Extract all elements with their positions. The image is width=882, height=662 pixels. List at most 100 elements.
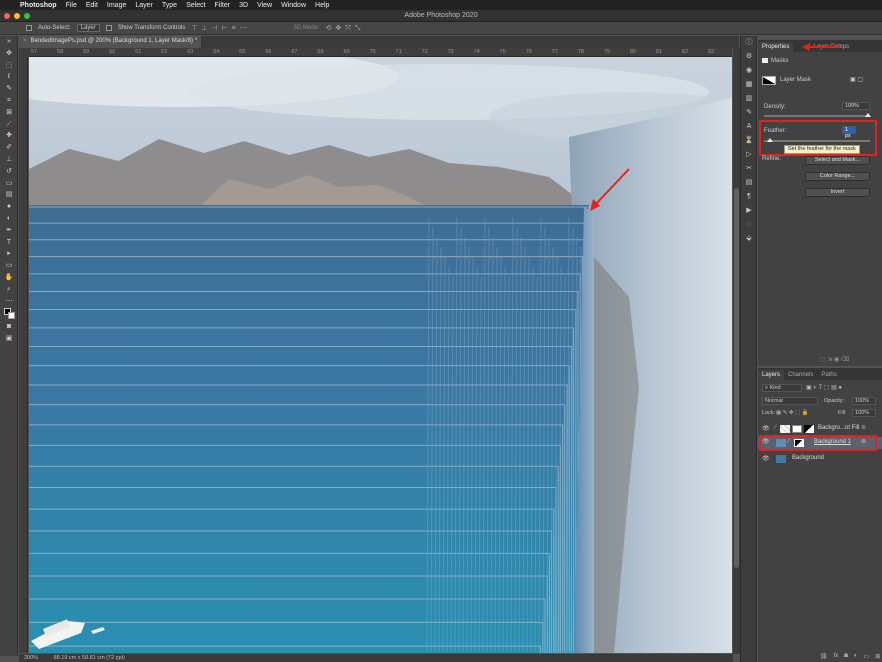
gradient-tool-icon[interactable]: ▤ — [0, 189, 18, 201]
lock-icons[interactable]: ▦ ✎ ✥ ⬚ 🔒 — [776, 410, 809, 416]
layer-filter-icons[interactable]: ▣ ◐ T ⬚ ▤ ● — [806, 384, 842, 391]
gradients-icon[interactable]: ▥ — [741, 92, 757, 106]
glyphs-icon[interactable]: ▶ — [741, 204, 757, 218]
swatches-icon[interactable]: ▦ — [741, 78, 757, 92]
brush-tool-icon[interactable]: ✐ — [0, 142, 18, 154]
fx-add-icon[interactable]: fx — [834, 653, 839, 660]
align-icons[interactable]: ⊤ ⊥ ⊣ ⊢ ≡ ⋯ — [191, 24, 247, 32]
menu-file[interactable]: File — [66, 2, 77, 9]
menu-view[interactable]: View — [257, 2, 272, 9]
color-icon[interactable]: ◉ — [741, 64, 757, 78]
layer-row-background[interactable]: 👁 Background — [758, 454, 882, 464]
document-tab[interactable]: × BendedImagePs.psd @ 200% (Background 1,… — [19, 36, 202, 48]
frame-tool-icon[interactable]: ⊠ — [0, 107, 18, 119]
visibility-eye-icon[interactable]: 👁 — [762, 425, 770, 432]
info-icon[interactable]: ⓘ — [741, 36, 757, 50]
mask-type-icons[interactable]: ▣ ▢ — [850, 76, 863, 83]
path-select-tool-icon[interactable]: ▸ — [0, 248, 18, 260]
marquee-tool-icon[interactable]: ⬚ — [0, 60, 18, 72]
filter-kind-dropdown[interactable]: ⌕ Kind — [762, 384, 802, 392]
layer-mask-thumbnail[interactable] — [762, 76, 776, 85]
tab-paths[interactable]: Paths — [817, 370, 840, 380]
document-canvas[interactable] — [29, 57, 732, 653]
tab-channels[interactable]: Channels — [784, 370, 817, 380]
quick-mask-icon[interactable]: ◙ — [0, 321, 18, 333]
collapse-icon[interactable]: » — [0, 36, 18, 48]
paths-icon[interactable]: ⬙ — [741, 232, 757, 246]
fill-field[interactable]: 100% — [852, 409, 876, 417]
opacity-field[interactable]: 100% — [852, 397, 876, 405]
tab-properties[interactable]: Properties — [758, 42, 794, 52]
blend-mode-dropdown[interactable]: Normal — [762, 397, 818, 405]
healing-brush-tool-icon[interactable]: ✚ — [0, 130, 18, 142]
background-color-swatch[interactable] — [8, 312, 15, 320]
clone-stamp-tool-icon[interactable]: ⊥ — [0, 154, 18, 166]
menu-type[interactable]: Type — [162, 2, 177, 9]
blur-tool-icon[interactable]: ● — [0, 201, 18, 213]
history-brush-tool-icon[interactable]: ↺ — [0, 166, 18, 178]
more-tools-icon[interactable]: ⋯ — [0, 296, 18, 308]
add-mask-icon[interactable]: ◙ — [844, 653, 848, 660]
zoom-level[interactable]: 200% — [24, 655, 38, 661]
density-slider[interactable] — [764, 115, 870, 117]
tab-layers[interactable]: Layers — [758, 370, 785, 380]
adjustments-icon[interactable]: ⚙ — [741, 50, 757, 64]
learn-icon[interactable]: ◌ — [741, 218, 757, 232]
density-value[interactable]: 100% — [842, 102, 870, 110]
close-tab-icon[interactable]: × — [23, 38, 27, 44]
auto-select-dropdown[interactable]: Layer — [76, 24, 100, 32]
libraries-icon[interactable]: ▤ — [741, 176, 757, 190]
auto-select-checkbox[interactable] — [26, 25, 32, 31]
eyedropper-tool-icon[interactable]: ⟋ — [0, 119, 18, 131]
apple-icon[interactable] — [4, 1, 11, 9]
link-layers-icon[interactable]: ⛓ — [820, 653, 828, 660]
zoom-tool-icon[interactable]: ⌕ — [0, 284, 18, 296]
fx-icon[interactable]: ⊚ — [861, 424, 866, 431]
type-tool-icon[interactable]: T — [0, 237, 18, 249]
hand-tool-icon[interactable]: ✋ — [0, 272, 18, 284]
menu-window[interactable]: Window — [281, 2, 306, 9]
actions-icon[interactable]: ▷ — [741, 148, 757, 162]
scroll-thumb[interactable] — [734, 188, 739, 568]
density-label: Density: — [764, 104, 786, 110]
lasso-tool-icon[interactable]: ℓ — [0, 71, 18, 83]
brush-settings-icon[interactable]: ✎ — [741, 106, 757, 120]
screen-mode-icon[interactable]: ▣ — [0, 333, 18, 345]
dodge-tool-icon[interactable]: ◐ — [0, 213, 18, 225]
menu-help[interactable]: Help — [315, 2, 329, 9]
quick-select-tool-icon[interactable]: ✎ — [0, 83, 18, 95]
menu-3d[interactable]: 3D — [239, 2, 248, 9]
adjustment-layer-icon[interactable]: ◐ — [854, 653, 858, 660]
crop-tool-icon[interactable]: ⌗ — [0, 95, 18, 107]
vertical-ruler[interactable] — [19, 57, 28, 653]
menu-app-name[interactable]: Photoshop — [20, 2, 57, 9]
3d-mode-icons[interactable]: ⟲ ✥ ⤧ ⤡ — [326, 24, 362, 33]
styles-icon[interactable]: ✂ — [741, 162, 757, 176]
paragraph-icon[interactable]: ¶ — [741, 190, 757, 204]
color-swatches[interactable] — [0, 307, 18, 321]
eraser-tool-icon[interactable]: ▭ — [0, 178, 18, 190]
group-icon[interactable]: ▭ — [864, 653, 870, 660]
menu-edit[interactable]: Edit — [86, 2, 98, 9]
rectangle-tool-icon[interactable]: ▭ — [0, 260, 18, 272]
menu-select[interactable]: Select — [186, 2, 205, 9]
pen-tool-icon[interactable]: ✒ — [0, 225, 18, 237]
move-tool-icon[interactable]: ✥ — [0, 48, 18, 60]
character-icon[interactable]: A — [741, 120, 757, 134]
invert-button[interactable]: Invert — [805, 188, 870, 197]
color-range-button[interactable]: Color Range... — [805, 172, 870, 181]
density-slider-knob[interactable] — [865, 113, 871, 117]
transform-controls-checkbox[interactable] — [105, 25, 112, 31]
canvas-vertical-scrollbar[interactable] — [733, 48, 740, 654]
horizontal-ruler[interactable]: 57 58 59 60 61 62 63 64 65 66 67 68 69 70 71 72 73 74 75 76… — [29, 48, 732, 57]
ruler-origin[interactable] — [19, 48, 29, 57]
history-icon[interactable]: ⌛ — [741, 134, 757, 148]
select-and-mask-button[interactable]: Select and Mask... — [805, 156, 870, 165]
menu-filter[interactable]: Filter — [215, 2, 231, 9]
menu-layer[interactable]: Layer — [135, 2, 153, 9]
mask-footer-icons[interactable]: ⬚ ⇲ ◉ ⌫ — [820, 356, 849, 363]
menu-image[interactable]: Image — [107, 2, 126, 9]
layer-row-fill[interactable]: 👁 ⁄ Backgro...nt Fill ⊚ — [758, 424, 882, 434]
visibility-eye-icon[interactable]: 👁 — [762, 455, 770, 462]
new-layer-icon[interactable]: ⊞ — [875, 653, 880, 660]
